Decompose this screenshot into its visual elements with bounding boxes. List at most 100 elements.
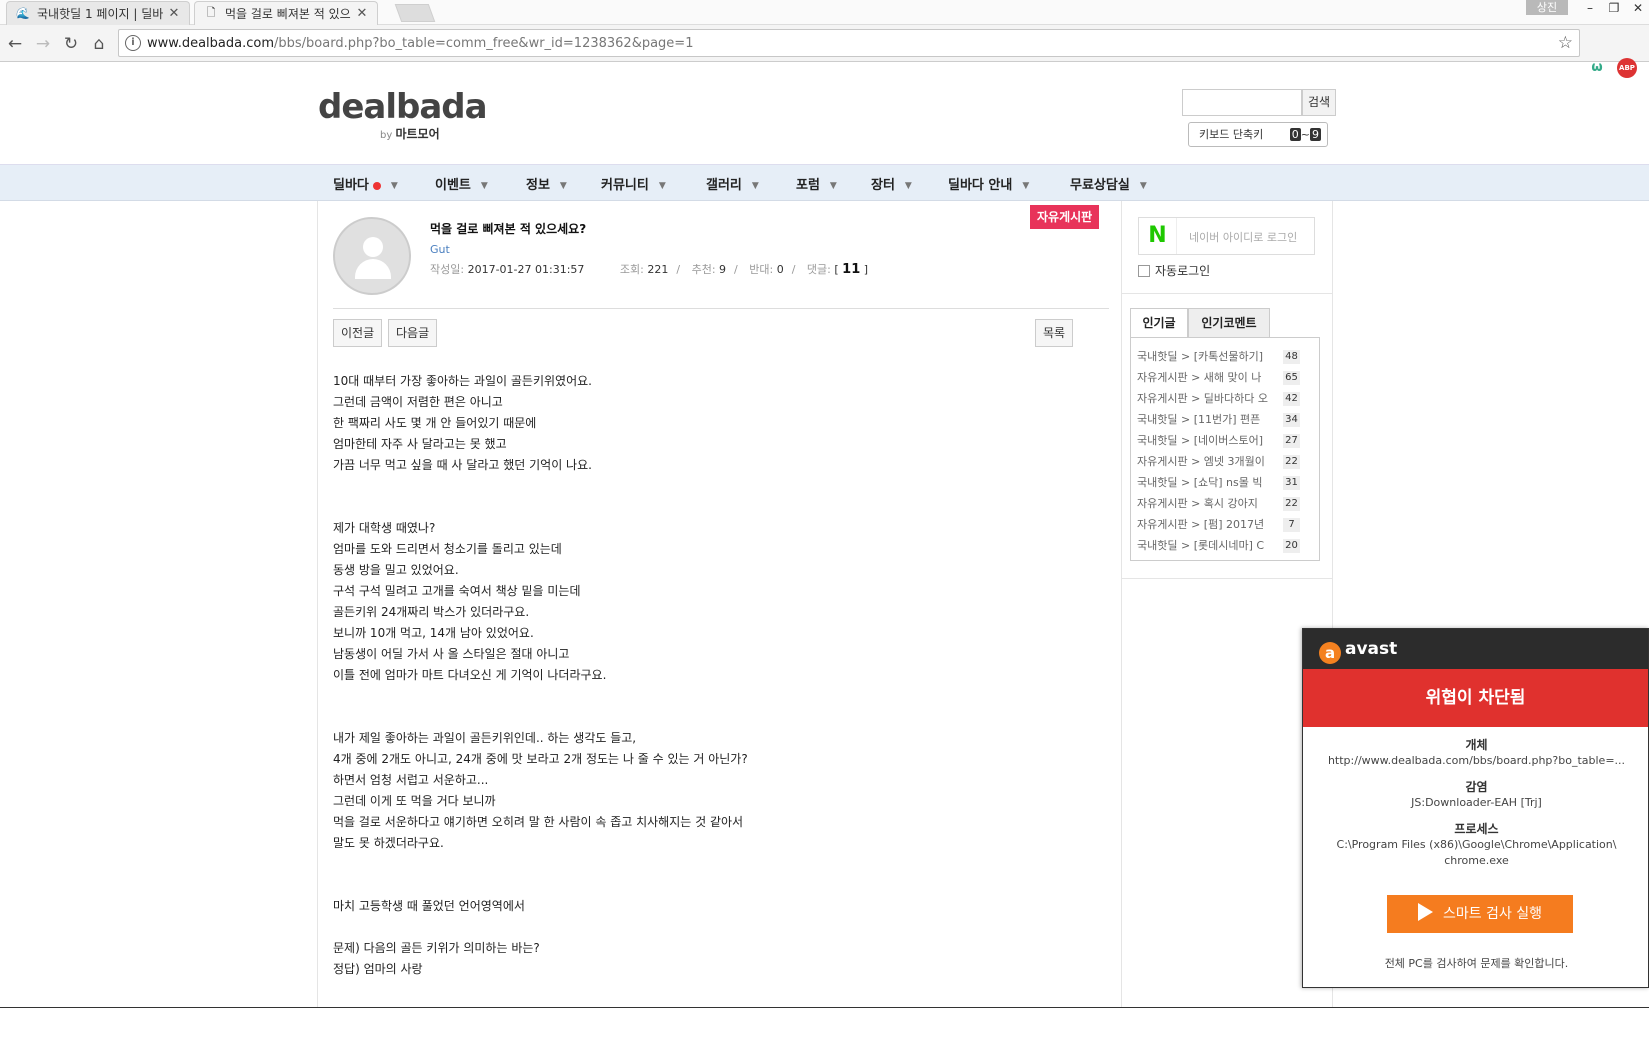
popular-item-title[interactable]: 자유게시판 > 새해 맞이 나 [1137, 367, 1279, 388]
chevron-down-icon: ▼ [904, 180, 912, 191]
close-window-icon[interactable]: ✕ [1628, 0, 1648, 16]
nav-community[interactable]: 커뮤니티 ▼ [601, 174, 666, 193]
site-logo[interactable]: dealbada by 마트모어 [318, 87, 488, 141]
info-icon[interactable]: i [125, 35, 141, 51]
popular-item-title[interactable]: 국내핫딜 > [11번가] 편픈 [1137, 409, 1279, 430]
post-body-line: 하면서 엄청 서럽고 서운하고... [333, 773, 489, 787]
popular-item-count: 22 [1283, 497, 1300, 511]
post-title: 먹을 걸로 삐져본 적 있으세요? [430, 222, 587, 236]
page-favicon-icon: 🗋 [206, 6, 216, 19]
profile-badge[interactable]: 상진 [1526, 0, 1568, 15]
popular-item[interactable]: 자유게시판 > [펌] 2017년 7 [1137, 514, 1317, 535]
chevron-down-icon: ▼ [390, 180, 398, 191]
popular-item[interactable]: 국내핫딜 > [쇼닥] ns몰 빅 31 [1137, 472, 1317, 493]
post-body-line: 마치 고등학생 때 풀었던 언어영역에서 [333, 899, 525, 913]
popular-item-title[interactable]: 자유게시판 > [펌] 2017년 [1137, 514, 1279, 535]
popular-item[interactable]: 자유게시판 > 딜바다하다 오 42 [1137, 388, 1317, 409]
reload-icon[interactable]: ↻ [60, 33, 82, 55]
forward-arrow-icon[interactable]: → [32, 33, 54, 55]
tab-popular[interactable]: 인기글 [1130, 308, 1188, 338]
post-author[interactable]: Gut [430, 243, 450, 256]
post-body-line: 엄마한테 자주 사 달라고는 못 했고 [333, 437, 507, 451]
popular-item-title[interactable]: 자유게시판 > 혹시 강아지 [1137, 493, 1279, 514]
post-body-line: 그런데 이게 또 먹을 거다 보니까 [333, 794, 496, 808]
popular-item[interactable]: 국내핫딜 > [롯데시네마] C 20 [1137, 535, 1317, 556]
post-body-line: 이틀 전에 엄마가 마트 다녀오신 게 기억이 나더라구요. [333, 668, 607, 682]
post-body-line: 보니까 10개 먹고, 14개 남아 있었어요. [333, 626, 534, 640]
threat-banner: 위협이 차단됨 [1303, 669, 1648, 727]
post-body-line [333, 707, 1093, 728]
search-button[interactable]: 검색 [1302, 89, 1336, 116]
next-post-button[interactable]: 다음글 [388, 319, 438, 347]
prev-post-button[interactable]: 이전글 [333, 319, 383, 347]
browser-tab-hotdeal[interactable]: 🌊 국내핫딜 1 페이지 | 딜바 ✕ [6, 1, 190, 25]
post-body-line: 가끔 너무 먹고 싶을 때 사 달라고 했던 기억이 나요. [333, 458, 592, 472]
back-arrow-icon[interactable]: ← [4, 33, 26, 55]
naver-login-button[interactable]: N 네이버 아이디로 로그인 [1138, 217, 1315, 255]
avast-header: a avast [1303, 629, 1648, 669]
popular-item-title[interactable]: 국내핫딜 > [롯데시네마] C [1137, 535, 1279, 556]
post-body-line: 10대 때부터 가장 좋아하는 과일이 골든키위였어요. [333, 374, 592, 388]
popular-item-count: 22 [1283, 455, 1300, 469]
popular-item-title[interactable]: 국내핫딜 > [네이버스토어] [1137, 430, 1279, 451]
post-body-line: 4개 중에 2개도 아니고, 24개 중에 맛 보라고 2개 정도는 나 줄 수… [333, 752, 748, 766]
nav-info[interactable]: 정보 ▼ [526, 174, 567, 193]
popular-item[interactable]: 국내핫딜 > [카톡선물하기] 48 [1137, 346, 1317, 367]
screen-edge [0, 1007, 1649, 1008]
nav-gallery[interactable]: 갤러리 ▼ [706, 174, 759, 193]
post-body-line [333, 917, 1093, 938]
popular-item[interactable]: 자유게시판 > 혹시 강아지 22 [1137, 493, 1317, 514]
popular-item-count: 42 [1283, 392, 1300, 406]
comment-count: 11 [842, 262, 861, 277]
chevron-down-icon: ▼ [1022, 180, 1030, 191]
url-text[interactable]: www.dealbada.com/bbs/board.php?bo_table=… [147, 36, 693, 51]
board-label[interactable]: 자유게시판 [1030, 205, 1100, 229]
post-body-line: 엄마를 도와 드리면서 청소기를 돌리고 있는데 [333, 542, 562, 556]
popular-item-title[interactable]: 자유게시판 > 엠넷 3개월이 [1137, 451, 1279, 472]
nav-market[interactable]: 장터 ▼ [871, 174, 912, 193]
browser-toolbar: ← → ↻ ⌂ i www.dealbada.com/bbs/board.php… [0, 25, 1649, 78]
popular-item-title[interactable]: 자유게시판 > 딜바다하다 오 [1137, 388, 1279, 409]
bookmark-star-icon[interactable]: ☆ [1558, 33, 1573, 53]
avast-footer-text: 전체 PC를 검사하여 문제를 확인합니다. [1384, 957, 1569, 970]
post-body-line: 한 팩짜리 사도 몇 개 안 들어있기 때문에 [333, 416, 537, 430]
popular-item[interactable]: 국내핫딜 > [11번가] 편픈 34 [1137, 409, 1317, 430]
post-body-line [333, 476, 1093, 497]
tab-popular-comments[interactable]: 인기코멘트 [1188, 308, 1270, 338]
post-meta: 작성일: 2017-01-27 01:31:57 조회: 221/ 추천: 9/… [430, 262, 869, 277]
keyboard-shortcut-button[interactable]: 키보드 단축키 0 ~9 [1188, 122, 1328, 147]
infection-value: JS:Downloader-EAH [Trj] [1411, 796, 1542, 809]
new-dot-icon [372, 181, 381, 190]
search-input[interactable] [1182, 89, 1302, 116]
avast-threat-popup: a avast 위협이 차단됨 개체 http://www.dealbada.co… [1302, 628, 1649, 988]
nav-event[interactable]: 이벤트 ▼ [435, 174, 488, 193]
popular-item[interactable]: 자유게시판 > 엠넷 3개월이 22 [1137, 451, 1317, 472]
post-body-line: 골든키위 24개짜리 박스가 있더라구요. [333, 605, 530, 619]
popular-item-title[interactable]: 국내핫딜 > [카톡선물하기] [1137, 346, 1279, 367]
list-button[interactable]: 목록 [1035, 319, 1074, 347]
auto-login-checkbox[interactable]: 자동로그인 [1138, 262, 1210, 279]
restore-icon[interactable]: ❐ [1604, 0, 1624, 16]
close-tab-icon[interactable]: ✕ [167, 6, 181, 21]
checkbox-icon[interactable] [1138, 265, 1150, 277]
browser-tab-current[interactable]: 🗋 먹을 걸로 삐져본 적 있으 ✕ [194, 1, 378, 25]
close-tab-icon[interactable]: ✕ [355, 6, 369, 21]
home-icon[interactable]: ⌂ [88, 33, 110, 55]
minimize-icon[interactable]: – [1580, 0, 1600, 16]
address-bar[interactable]: i www.dealbada.com/bbs/board.php?bo_tabl… [118, 29, 1580, 57]
nav-consult[interactable]: 무료상담실 ▼ [1070, 174, 1147, 193]
nav-forum[interactable]: 포럼 ▼ [796, 174, 837, 193]
popular-item[interactable]: 국내핫딜 > [네이버스토어] 27 [1137, 430, 1317, 451]
popular-item-count: 65 [1283, 371, 1300, 385]
popular-item[interactable]: 자유게시판 > 새해 맞이 나 65 [1137, 367, 1317, 388]
popular-item-title[interactable]: 국내핫딜 > [쇼닥] ns몰 빅 [1137, 472, 1279, 493]
post-body-line: 문제) 다음의 골든 키위가 의미하는 바는? [333, 941, 540, 955]
new-tab-button[interactable] [394, 4, 436, 22]
nav-dealbada[interactable]: 딜바다 ▼ [333, 174, 398, 193]
infection-label: 감염 [1465, 780, 1488, 794]
chevron-down-icon: ▼ [751, 180, 759, 191]
play-icon [1417, 903, 1433, 921]
smart-scan-button[interactable]: 스마트 검사 실행 [1387, 895, 1573, 933]
chevron-down-icon: ▼ [1139, 180, 1147, 191]
nav-guide[interactable]: 딜바다 안내 ▼ [948, 174, 1029, 193]
